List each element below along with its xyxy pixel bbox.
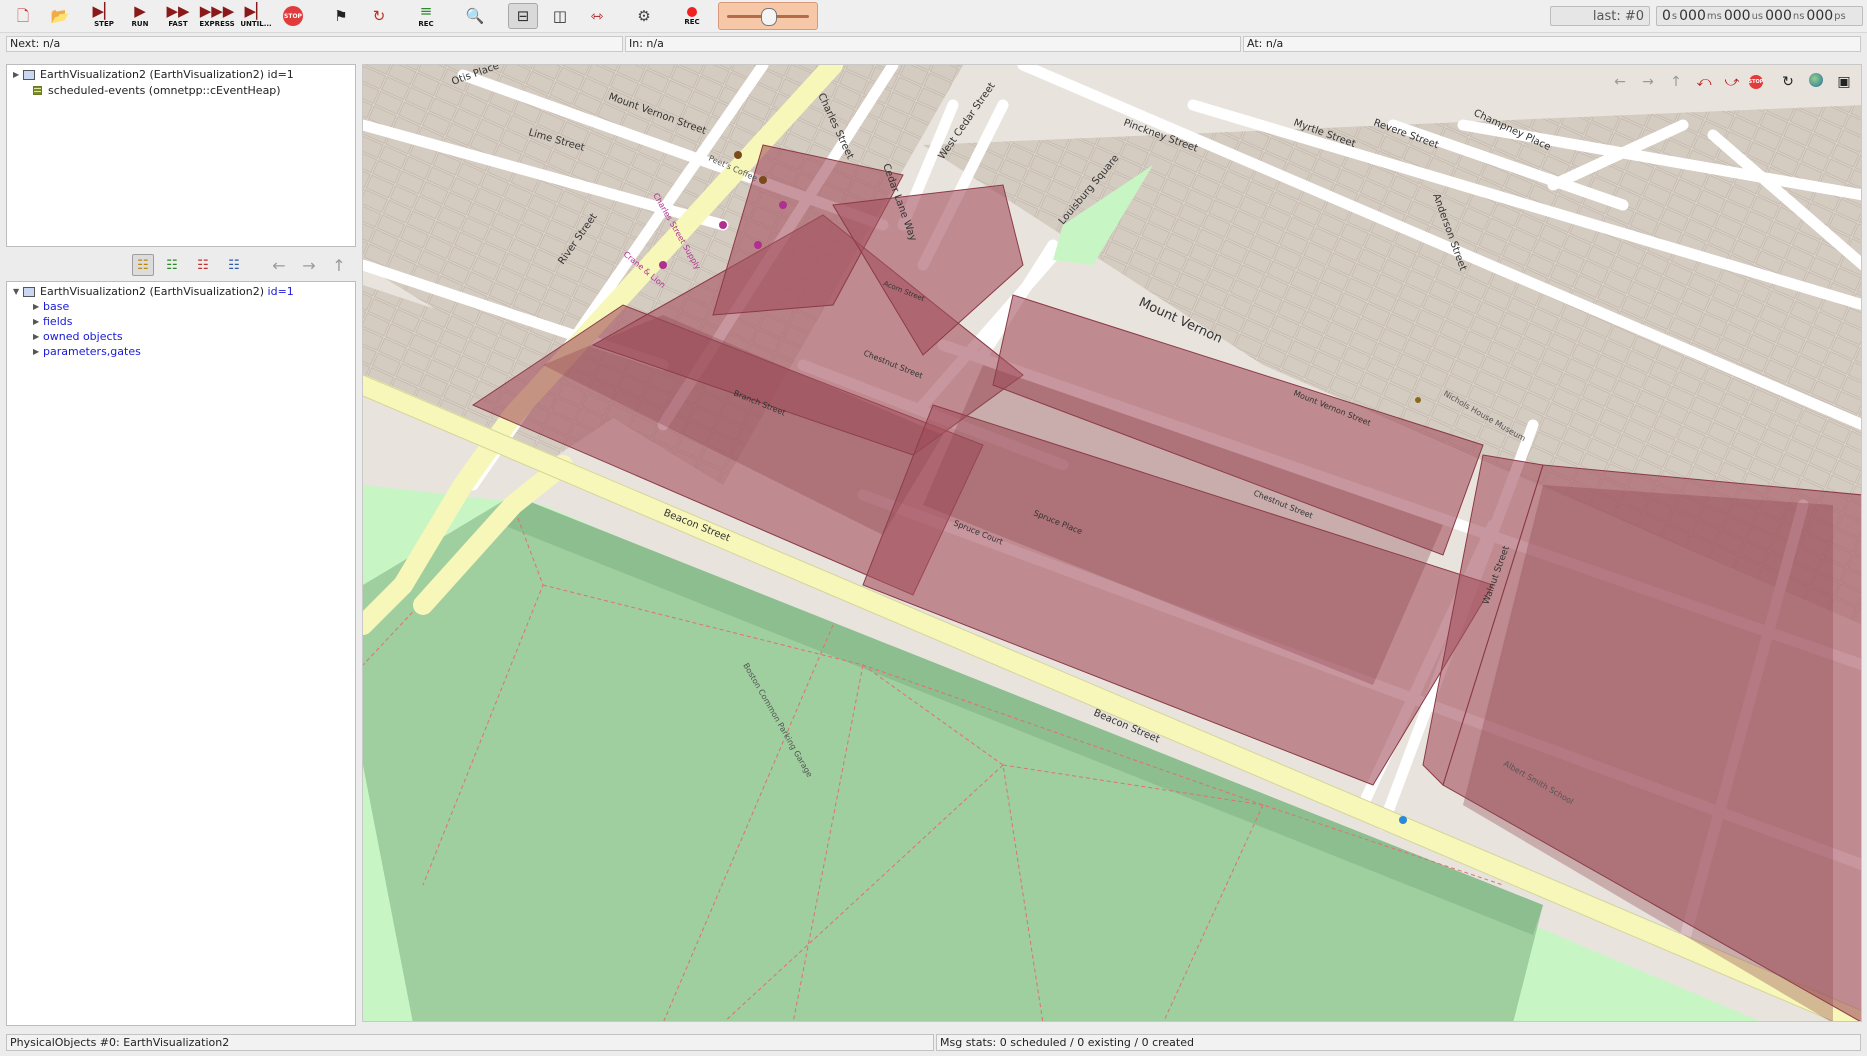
record-icon	[687, 6, 697, 17]
split-vertical-icon: ◫	[552, 6, 568, 25]
new-network-button[interactable]: 🗋	[8, 3, 38, 29]
layout-vertical-button[interactable]: ◫	[545, 3, 575, 29]
sim-time-ps: 000	[1806, 8, 1834, 24]
sim-time-ns: 000	[1765, 8, 1792, 24]
flat-view-button[interactable]: ☷	[161, 254, 183, 276]
inspector-toolbar: ☷ ☷ ☷ ☷ ← → ↑	[6, 252, 356, 278]
event-log-rec-button[interactable]: ≡ REC	[411, 3, 441, 29]
next-time-field: At: n/a	[1243, 36, 1861, 52]
flat-tree-icon: ☷	[166, 257, 178, 273]
event-heap-icon	[33, 86, 42, 95]
split-horizontal-icon: ⊟	[516, 6, 530, 25]
inheritance-view-button[interactable]: ☷	[223, 254, 245, 276]
preferences-button[interactable]: ⚙	[629, 3, 659, 29]
gear-icon: ⚙	[637, 6, 651, 25]
children-view-button[interactable]: ☷	[192, 254, 214, 276]
open-folder-icon: 📂	[50, 6, 70, 25]
last-event-number: last: #0	[1550, 6, 1650, 26]
load-ned-button[interactable]: 📂	[45, 3, 75, 29]
earth-visualization-canvas[interactable]: Mount Vernon Street Lime Street Otis Pla…	[362, 64, 1862, 1022]
run-button[interactable]: ▶ RUN	[125, 3, 155, 29]
sim-time-us: 000	[1723, 8, 1751, 24]
next-module-field: In: n/a	[625, 36, 1241, 52]
module-icon	[23, 69, 35, 80]
expand-arrow-icon[interactable]: ▶	[33, 344, 43, 359]
expand-arrow-icon[interactable]: ▶	[33, 329, 43, 344]
run-until-icon: ▶▏	[244, 2, 268, 20]
express-run-button[interactable]: ▶▶▶ EXPRESS	[199, 2, 235, 29]
map-stop-icon[interactable]: STOP	[1749, 75, 1771, 89]
expand-arrow-icon[interactable]: ▶	[33, 314, 43, 329]
map-controls: ← → ↑ ⤺ ⤻ STOP ↻ ▣	[1609, 71, 1855, 93]
step-button[interactable]: ▶▏ STEP	[89, 3, 119, 29]
fast-icon: ▶▶	[166, 2, 190, 20]
timeline-icon: ⇿	[590, 6, 604, 25]
parent-button[interactable]: ↑	[328, 254, 350, 276]
inspector-group-parameters-gates[interactable]: ▶ parameters,gates	[33, 344, 141, 359]
sim-time-seconds: 0	[1662, 8, 1671, 24]
inspector-group-base[interactable]: ▶ base	[33, 299, 69, 314]
object-tree-panel: ▶ EarthVisualization2 (EarthVisualizatio…	[6, 64, 356, 247]
finish-simulation-button[interactable]: ⚑	[326, 3, 356, 29]
eventlog-icon: ≡	[419, 2, 433, 20]
tree-item-scheduled-events[interactable]: scheduled-events (omnetpp::cEventHeap)	[33, 83, 281, 98]
next-event-field: Next: n/a	[6, 36, 623, 52]
stop-button[interactable]: STOP	[278, 3, 308, 29]
layout-horizontal-button[interactable]: ⊟	[508, 3, 538, 29]
expand-arrow-icon[interactable]: ▶	[33, 299, 43, 314]
arrow-up-icon: ↑	[332, 255, 346, 275]
speed-slider-knob[interactable]	[761, 8, 777, 26]
map-up-icon[interactable]: ↑	[1665, 74, 1687, 90]
main-toolbar: 🗋 📂 ▶▏ STEP ▶ RUN ▶▶ FAST ▶▶▶ EXPRESS ▶▏ UNTI…	[0, 0, 1867, 33]
record-video-button[interactable]: REC	[677, 3, 707, 29]
rebuild-network-button[interactable]: ↻	[364, 3, 394, 29]
run-icon: ▶	[134, 2, 146, 20]
back-button[interactable]: ←	[268, 254, 290, 276]
module-icon	[23, 286, 35, 297]
grouped-tree-icon: ☷	[137, 257, 149, 273]
children-tree-icon: ☷	[197, 257, 209, 273]
checkered-flag-icon: ⚑	[334, 6, 348, 25]
globe-icon[interactable]	[1805, 73, 1827, 91]
express-icon: ▶▶▶	[199, 2, 235, 20]
tree-item-network[interactable]: ▶ EarthVisualization2 (EarthVisualizatio…	[13, 67, 294, 82]
search-icon: 🔍	[465, 6, 485, 25]
fast-run-button[interactable]: ▶▶ FAST	[163, 3, 193, 29]
object-inspector-panel: ▼ EarthVisualization2 (EarthVisualizatio…	[6, 281, 356, 1026]
map-forward-icon[interactable]: →	[1637, 74, 1659, 90]
status-message-stats: Msg stats: 0 scheduled / 0 existing / 0 …	[936, 1034, 1861, 1051]
arrow-left-icon: ←	[272, 255, 286, 275]
map-back-icon[interactable]: ←	[1609, 74, 1631, 90]
arrow-right-icon: →	[302, 255, 316, 275]
map-run-until-icon[interactable]: ⤻	[1721, 74, 1743, 90]
inspector-group-fields[interactable]: ▶ fields	[33, 314, 72, 329]
new-file-icon: 🗋	[16, 6, 30, 25]
rebuild-icon: ↻	[372, 6, 386, 25]
map-step-icon[interactable]: ⤺	[1693, 74, 1715, 90]
speed-slider[interactable]	[718, 2, 818, 30]
inheritance-tree-icon: ☷	[228, 257, 240, 273]
inspector-group-owned-objects[interactable]: ▶ owned objects	[33, 329, 123, 344]
find-objects-button[interactable]: 🔍	[460, 3, 490, 29]
status-inspected-object: PhysicalObjects #0: EarthVisualization2	[6, 1034, 934, 1051]
map-layers-icon[interactable]: ▣	[1833, 74, 1855, 90]
simulation-time: 0s 000 ms 000 us 000 ns 000 ps	[1656, 6, 1863, 26]
grouped-view-button[interactable]: ☷	[132, 254, 154, 276]
run-until-button[interactable]: ▶▏ UNTIL...	[240, 2, 271, 29]
sim-time-ms: 000	[1679, 8, 1706, 24]
osm-map: Mount Vernon Street Lime Street Otis Pla…	[363, 65, 1861, 1021]
forward-button[interactable]: →	[298, 254, 320, 276]
stop-icon: STOP	[283, 6, 303, 26]
step-icon: ▶▏	[92, 2, 116, 20]
timeline-button[interactable]: ⇿	[582, 3, 612, 29]
collapse-arrow-icon[interactable]: ▼	[13, 284, 23, 299]
expand-arrow-icon[interactable]: ▶	[13, 67, 23, 82]
inspector-root[interactable]: ▼ EarthVisualization2 (EarthVisualizatio…	[13, 284, 294, 299]
map-refresh-icon[interactable]: ↻	[1777, 74, 1799, 90]
